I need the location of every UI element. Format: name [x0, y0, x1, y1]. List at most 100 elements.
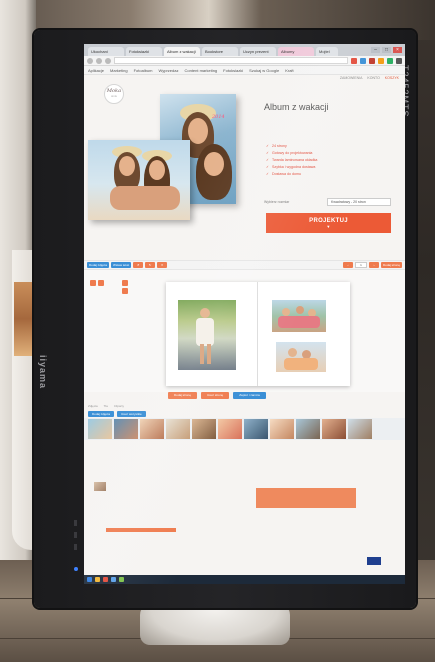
next-page-button[interactable]: ›	[368, 262, 379, 268]
prev-page-button[interactable]: ‹	[342, 262, 353, 268]
add-photos-button[interactable]: Dodaj zdjęcia	[87, 262, 110, 268]
back-icon[interactable]	[87, 57, 93, 64]
add-photos-button[interactable]: Dodaj zdjęcia	[88, 411, 115, 417]
tool-button[interactable]	[90, 280, 96, 286]
order-summary	[84, 440, 405, 550]
page-photo[interactable]	[276, 342, 326, 372]
extension-icon[interactable]	[360, 57, 366, 64]
page-number-input[interactable]: 1	[354, 262, 367, 268]
menu-icon[interactable]	[396, 57, 402, 64]
app-icon[interactable]	[111, 577, 116, 582]
tool-button[interactable]	[122, 288, 128, 294]
browser-tabbar: Ukochani Fotoksiazki Album z wakacji Boo…	[84, 44, 405, 56]
app-icon[interactable]	[119, 577, 124, 582]
browser-icon[interactable]	[103, 577, 108, 582]
feature-text: Twarda laminowana okładka	[272, 158, 318, 162]
forward-icon[interactable]	[96, 57, 102, 64]
browser-tab[interactable]: Uczyn prezent	[240, 47, 276, 56]
bookmark[interactable]: Fotoalbum	[134, 68, 153, 73]
address-bar-row	[84, 56, 405, 66]
account-link[interactable]: KONTO	[367, 76, 379, 81]
feature-text: Szybka i wygodna dostawa	[272, 165, 316, 169]
photo-thumbnail[interactable]	[270, 419, 294, 439]
tab-photos[interactable]: Zdjęcia	[88, 404, 98, 410]
photo-thumbnail[interactable]	[218, 419, 242, 439]
close-button[interactable]: ×	[393, 47, 402, 53]
logo-text: Moka	[106, 88, 122, 94]
bookmark[interactable]: Szukaj w Google	[249, 68, 279, 73]
check-icon: ✓	[266, 172, 270, 176]
browser-tab[interactable]: Mojtel	[316, 47, 338, 56]
photo-thumbnail[interactable]	[192, 419, 216, 439]
album-page-right[interactable]	[258, 282, 350, 386]
monitor-button[interactable]	[74, 520, 77, 526]
feature-text: 24 strony	[272, 144, 287, 148]
bookmark[interactable]: Kraft	[285, 68, 293, 73]
browser-tab[interactable]: Ukochani	[88, 47, 124, 56]
photo-thumbnail[interactable]	[348, 419, 372, 439]
feature-item: ✓ Dostawa do domu	[266, 171, 317, 178]
insert-text-button[interactable]: Wstaw tekst	[111, 262, 132, 268]
photo-thumbnail[interactable]	[88, 419, 112, 439]
tool-button[interactable]	[122, 280, 128, 286]
tab-cliparts[interactable]: Cliparty	[114, 404, 124, 410]
photo-thumbnail[interactable]	[322, 419, 346, 439]
page-photo[interactable]	[272, 300, 326, 332]
browser-tab[interactable]: Bookstore	[202, 47, 238, 56]
remove-all-button[interactable]: Usuń wszystkie	[117, 411, 146, 417]
browser-tab[interactable]: Albumy	[278, 47, 314, 56]
logo-subtext: wow	[111, 95, 117, 98]
add-page-button[interactable]: Dodaj stronę	[168, 392, 198, 399]
site-logo[interactable]: Moka wow	[104, 84, 124, 104]
delete-icon[interactable]: ✕	[157, 262, 168, 268]
album-page-left[interactable]	[166, 282, 258, 386]
album-spread[interactable]	[166, 282, 350, 386]
url-input[interactable]	[114, 57, 348, 64]
folder-icon[interactable]	[95, 577, 100, 582]
photo-thumbnail[interactable]	[114, 419, 138, 439]
cart-link[interactable]: KOSZYK	[385, 76, 399, 81]
reload-icon[interactable]	[105, 57, 111, 64]
undo-icon[interactable]: ↺	[133, 262, 144, 268]
footer-logos	[84, 550, 405, 572]
feature-item: ✓ Szybka i wygodna dostawa	[266, 164, 317, 171]
tab-backgrounds[interactable]: Tła	[104, 404, 108, 410]
remove-page-button[interactable]: Usuń stronę	[201, 392, 230, 399]
monitor-button[interactable]	[74, 544, 77, 550]
cover-label: 2014	[212, 114, 225, 120]
extension-icon[interactable]	[387, 57, 393, 64]
summary-thumbnail	[94, 482, 106, 491]
bookmark[interactable]: Fotoksiazki	[223, 68, 243, 73]
photo-thumbnail[interactable]	[244, 419, 268, 439]
photo-thumbnail[interactable]	[166, 419, 190, 439]
size-select[interactable]: Kwadratowy - 20 stron	[327, 198, 391, 206]
monitor-brand: iiyama	[38, 355, 48, 390]
tool-button[interactable]	[98, 280, 104, 286]
check-icon: ✓	[266, 165, 270, 169]
monitor-button[interactable]	[74, 532, 77, 538]
browser-tab[interactable]: Fotoksiazki	[126, 47, 162, 56]
browser-tab-active[interactable]: Album z wakacji	[164, 47, 200, 56]
orders-link[interactable]: ZAMOWIENIA	[340, 76, 363, 81]
minimize-button[interactable]: –	[371, 47, 380, 53]
design-button[interactable]: PROJEKTUJ ▼	[266, 213, 391, 233]
extension-icon[interactable]	[378, 57, 384, 64]
save-order-button[interactable]: Zapisz i zamów	[233, 392, 266, 399]
extension-icon[interactable]	[351, 57, 357, 64]
page-photo[interactable]	[178, 300, 236, 370]
bookmark[interactable]: Aplikacje	[88, 68, 104, 73]
extension-icon[interactable]	[369, 57, 375, 64]
photo-thumbnail[interactable]	[296, 419, 320, 439]
start-icon[interactable]	[87, 577, 92, 582]
photo-thumbnail[interactable]	[140, 419, 164, 439]
redo-icon[interactable]: ↻	[145, 262, 156, 268]
bodies	[110, 186, 180, 210]
price-box[interactable]	[256, 488, 356, 508]
maximize-button[interactable]: □	[382, 47, 391, 53]
add-page-button[interactable]: Dodaj stronę	[380, 262, 402, 268]
bookmark[interactable]: Marketing	[110, 68, 128, 73]
bookmark[interactable]: Wyprzedaz	[158, 68, 178, 73]
power-led-icon	[74, 567, 78, 571]
bookmark[interactable]: Content marketing	[184, 68, 217, 73]
product-hero: Moka wow 2014 Album z wakacji ✓ 24 strony…	[84, 82, 405, 260]
